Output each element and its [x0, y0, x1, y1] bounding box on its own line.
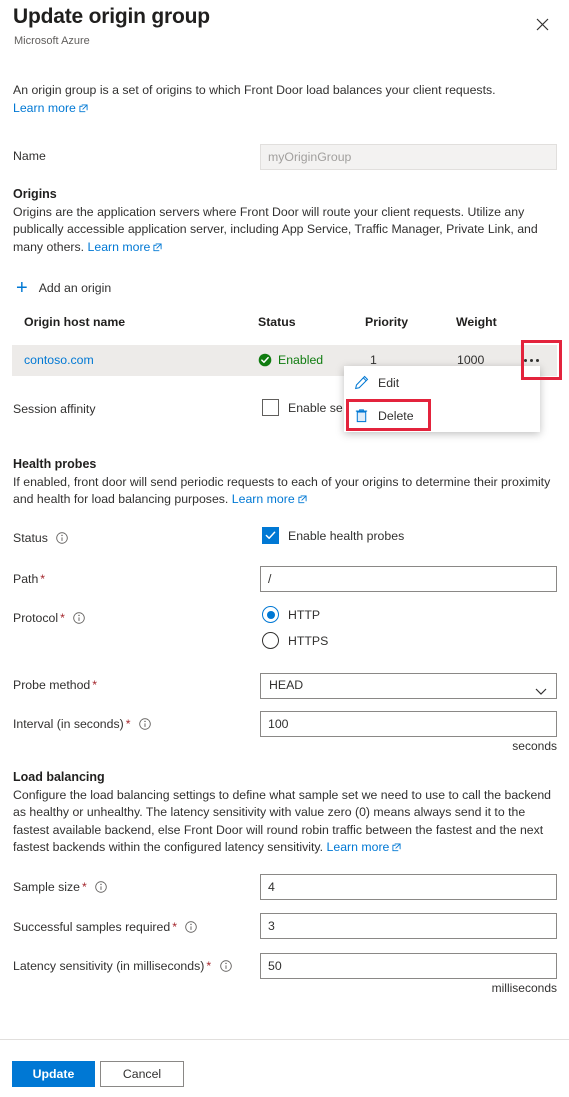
info-icon[interactable]	[73, 612, 86, 627]
enable-health-probes-label: Enable health probes	[288, 528, 405, 543]
load-balancing-description: Configure the load balancing settings to…	[13, 787, 551, 855]
external-link-icon	[298, 492, 307, 510]
radio-button	[262, 632, 279, 649]
interval-unit: seconds	[512, 739, 557, 753]
update-button[interactable]: Update	[12, 1061, 95, 1087]
column-weight: Weight	[456, 315, 497, 329]
status-field-label: Status	[13, 531, 69, 547]
sample-size-input[interactable]	[260, 874, 557, 900]
latency-sensitivity-input[interactable]	[260, 953, 557, 979]
origins-learn-more-link[interactable]: Learn more	[88, 240, 163, 254]
page-subtitle: Microsoft Azure	[14, 35, 90, 47]
load-balancing-block: Load balancing Configure the load balanc…	[13, 769, 561, 858]
successful-samples-label: Successful samples required *	[13, 920, 198, 936]
session-affinity-checkbox-label: Enable se	[288, 400, 343, 415]
health-probes-heading: Health probes	[13, 457, 97, 471]
protocol-radio-https[interactable]: HTTPS	[262, 632, 328, 649]
name-label: Name	[13, 149, 46, 163]
external-link-icon	[392, 840, 401, 858]
probe-method-value: HEAD	[269, 678, 304, 692]
intro-text: An origin group is a set of origins to w…	[13, 83, 496, 97]
external-link-icon	[79, 101, 88, 119]
external-link-icon	[153, 240, 162, 258]
panel-header: Update origin group Microsoft Azure	[0, 0, 569, 60]
radio-button	[262, 606, 279, 623]
info-icon[interactable]	[95, 881, 107, 896]
origins-block: Origins Origins are the application serv…	[13, 186, 558, 257]
protocol-label: Protocol *	[13, 611, 86, 627]
session-affinity-checkbox[interactable]: Enable se	[262, 399, 343, 416]
intro-description: An origin group is a set of origins to w…	[13, 82, 553, 118]
session-affinity-label: Session affinity	[13, 402, 96, 416]
path-input[interactable]	[260, 566, 557, 592]
name-input[interactable]	[260, 144, 557, 170]
protocol-http-label: HTTP	[288, 607, 321, 622]
context-menu-item-edit[interactable]: Edit	[344, 366, 540, 399]
add-an-origin-button[interactable]: + Add an origin	[16, 277, 112, 299]
info-icon[interactable]	[185, 921, 198, 936]
pencil-icon	[344, 375, 378, 390]
context-menu-edit-label: Edit	[378, 375, 400, 390]
checkbox-box	[262, 399, 279, 416]
protocol-https-label: HTTPS	[288, 633, 329, 648]
load-balancing-learn-more-link[interactable]: Learn more	[327, 840, 402, 854]
sample-size-label: Sample size *	[13, 880, 107, 896]
status-badge: Enabled	[258, 353, 323, 367]
page-title: Update origin group	[13, 5, 210, 28]
interval-input[interactable]	[260, 711, 557, 737]
column-priority: Priority	[365, 315, 409, 329]
health-probes-block: Health probes If enabled, front door wil…	[13, 456, 558, 510]
trash-icon	[344, 408, 378, 423]
info-icon[interactable]	[219, 960, 232, 975]
enable-health-probes-checkbox[interactable]: Enable health probes	[262, 527, 404, 544]
status-text: Enabled	[278, 353, 324, 367]
add-an-origin-label: Add an origin	[38, 281, 112, 295]
health-probes-learn-more-link[interactable]: Learn more	[232, 492, 307, 506]
path-label: Path *	[13, 572, 46, 586]
close-icon[interactable]	[529, 11, 555, 37]
plus-icon: +	[16, 277, 28, 299]
context-menu-delete-label: Delete	[378, 408, 414, 423]
check-circle-icon	[258, 353, 272, 367]
footer-divider	[0, 1039, 569, 1040]
column-status: Status	[258, 315, 296, 329]
interval-label: Interval (in seconds) *	[13, 717, 151, 733]
latency-sensitivity-label: Latency sensitivity (in milliseconds) *	[13, 959, 232, 975]
chevron-down-icon	[535, 683, 547, 701]
intro-learn-more-link[interactable]: Learn more	[13, 101, 88, 115]
column-origin-host-name: Origin host name	[24, 315, 126, 329]
origins-heading: Origins	[13, 187, 57, 201]
info-icon[interactable]	[139, 718, 151, 733]
update-origin-group-panel: Update origin group Microsoft Azure An o…	[0, 0, 569, 1097]
info-icon[interactable]	[56, 532, 69, 547]
load-balancing-heading: Load balancing	[13, 770, 105, 784]
latency-sensitivity-unit: milliseconds	[491, 981, 557, 995]
checkbox-box	[262, 527, 279, 544]
cancel-button[interactable]: Cancel	[100, 1061, 184, 1087]
context-menu-item-delete[interactable]: Delete	[344, 399, 540, 432]
successful-samples-input[interactable]	[260, 913, 557, 939]
origins-table-header: Origin host name Status Priority Weight	[0, 315, 557, 339]
origin-host-link[interactable]: contoso.com	[24, 345, 94, 376]
probe-method-select[interactable]: HEAD	[260, 673, 557, 699]
probe-method-label: Probe method *	[13, 678, 98, 692]
protocol-radio-http[interactable]: HTTP	[262, 606, 320, 623]
row-context-menu: Edit Delete	[344, 366, 540, 432]
